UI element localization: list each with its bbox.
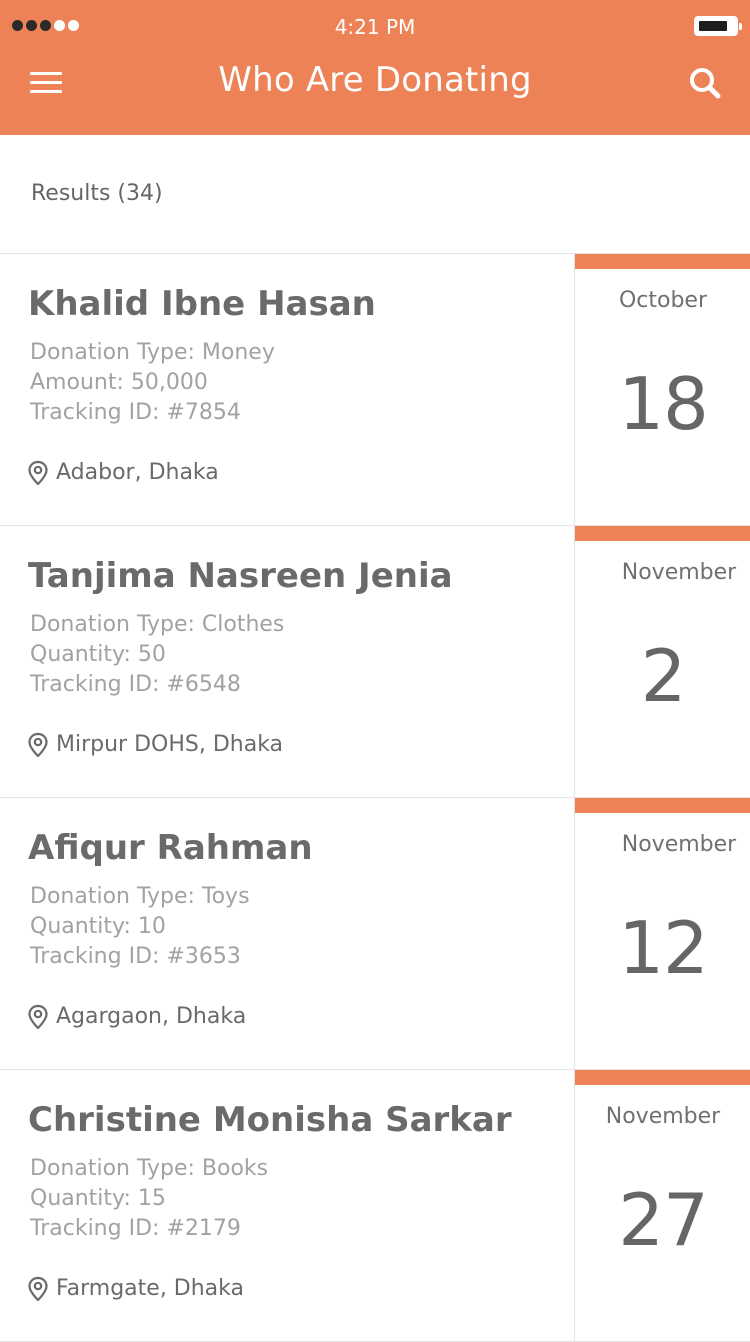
page-title: Who Are Donating xyxy=(218,60,532,100)
location-pin-icon xyxy=(28,460,48,486)
date-day: 12 xyxy=(618,906,709,990)
donation-date: November 27 xyxy=(574,1070,750,1341)
donor-name: Khalid Ibne Hasan xyxy=(28,284,376,324)
tracking-id: Tracking ID: #2179 xyxy=(30,1216,241,1241)
donation-date: November 12 xyxy=(574,798,750,1069)
date-day: 2 xyxy=(640,634,687,718)
status-bar: 4:21 PM xyxy=(0,0,750,54)
donor-name: Tanjima Nasreen Jenia xyxy=(28,556,453,596)
donation-list: Khalid Ibne Hasan Donation Type: Money A… xyxy=(0,254,750,1342)
donor-location: Farmgate, Dhaka xyxy=(56,1276,244,1301)
tracking-id: Tracking ID: #6548 xyxy=(30,672,241,697)
donation-amount: Amount: 50,000 xyxy=(30,370,208,395)
date-month: November xyxy=(621,560,737,585)
results-summary: Results (34) xyxy=(0,135,750,254)
results-count: Results (34) xyxy=(31,181,163,206)
location-pin-icon xyxy=(28,732,48,758)
battery-icon xyxy=(694,16,742,36)
donation-type: Donation Type: Toys xyxy=(30,884,250,909)
date-month: October xyxy=(618,288,708,313)
donation-type: Donation Type: Money xyxy=(30,340,275,365)
donation-quantity: Quantity: 10 xyxy=(30,914,166,939)
donor-location: Adabor, Dhaka xyxy=(56,460,219,485)
donor-location: Agargaon, Dhaka xyxy=(56,1004,247,1029)
donation-date: October 18 xyxy=(574,254,750,525)
donor-name: Christine Monisha Sarkar xyxy=(28,1100,512,1140)
search-icon[interactable] xyxy=(688,66,722,100)
donation-card[interactable]: Christine Monisha Sarkar Donation Type: … xyxy=(0,1070,750,1342)
donation-date: November 2 xyxy=(574,526,750,797)
date-accent-bar xyxy=(575,1070,750,1085)
donor-location: Mirpur DOHS, Dhaka xyxy=(56,732,284,757)
date-accent-bar xyxy=(575,798,750,813)
date-day: 27 xyxy=(618,1178,709,1262)
donation-card[interactable]: Tanjima Nasreen Jenia Donation Type: Clo… xyxy=(0,526,750,798)
tracking-id: Tracking ID: #3653 xyxy=(30,944,241,969)
location-pin-icon xyxy=(28,1004,48,1030)
donation-type: Donation Type: Books xyxy=(30,1156,269,1181)
tracking-id: Tracking ID: #7854 xyxy=(30,400,241,425)
donation-quantity: Quantity: 50 xyxy=(30,642,166,667)
date-day: 18 xyxy=(618,362,709,446)
date-accent-bar xyxy=(575,526,750,541)
donation-card[interactable]: Afiqur Rahman Donation Type: Toys Quanti… xyxy=(0,798,750,1070)
location-pin-icon xyxy=(28,1276,48,1302)
donation-type: Donation Type: Clothes xyxy=(30,612,285,637)
date-month: November xyxy=(605,1104,721,1129)
donor-name: Afiqur Rahman xyxy=(28,828,313,868)
status-time: 4:21 PM xyxy=(334,15,416,39)
app-header: 4:21 PM Who Are Donating xyxy=(0,0,750,135)
donation-quantity: Quantity: 15 xyxy=(30,1186,166,1211)
date-accent-bar xyxy=(575,254,750,269)
donation-card[interactable]: Khalid Ibne Hasan Donation Type: Money A… xyxy=(0,254,750,526)
date-month: November xyxy=(621,832,737,857)
